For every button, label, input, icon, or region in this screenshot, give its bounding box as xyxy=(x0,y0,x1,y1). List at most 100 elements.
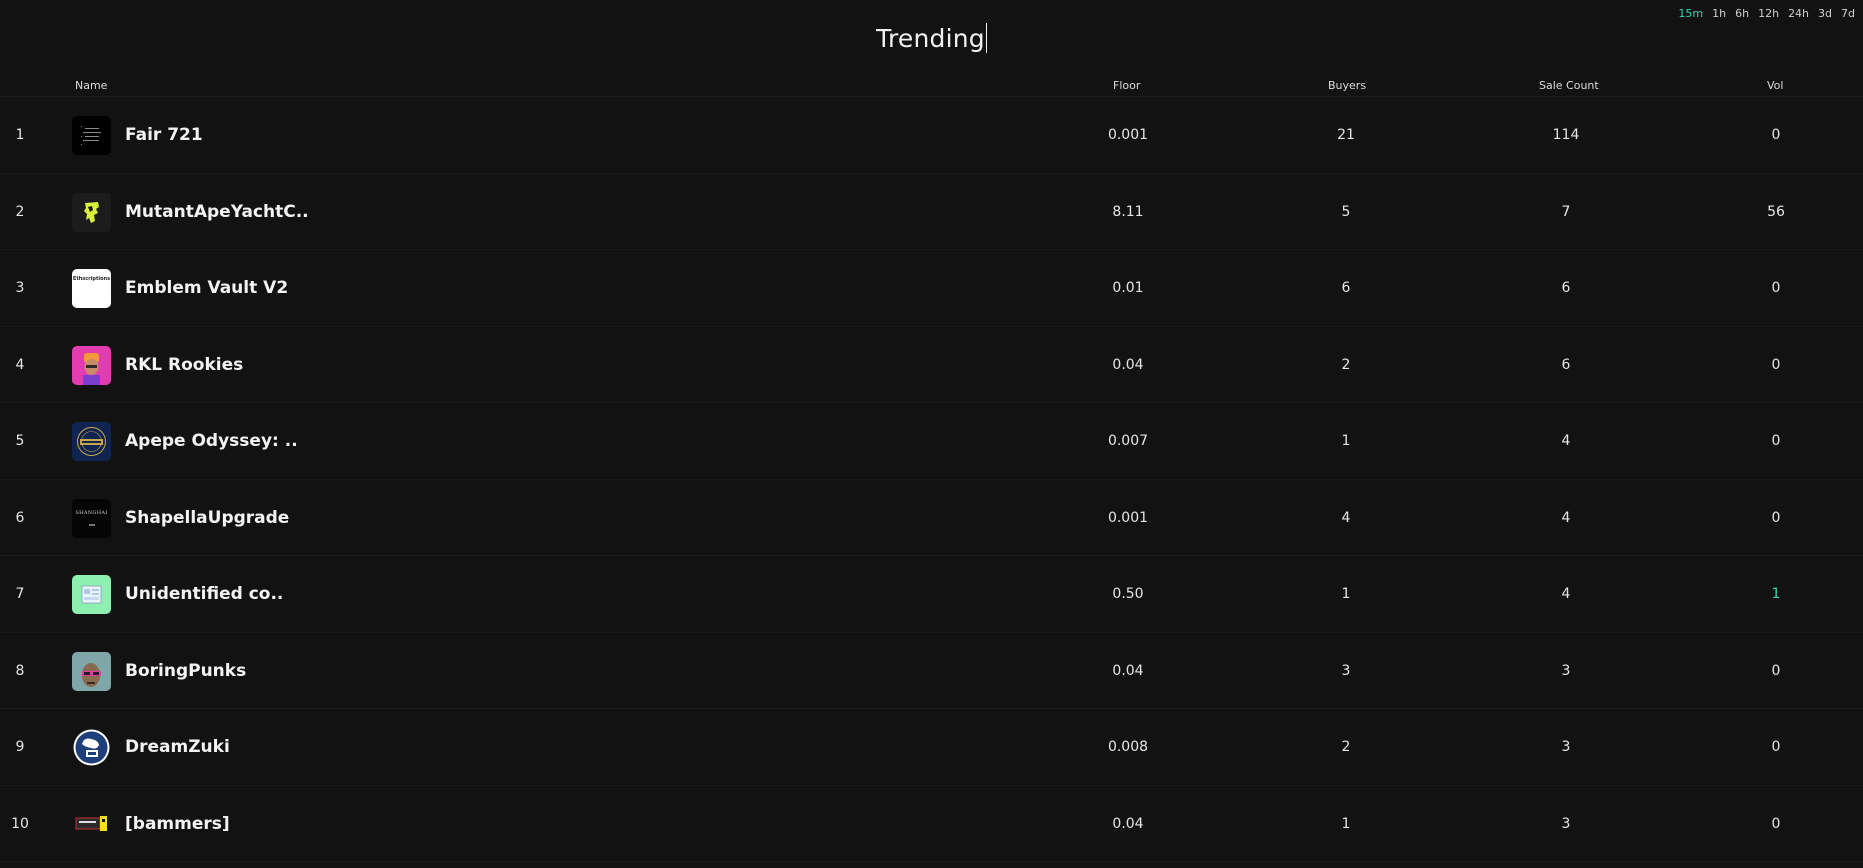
table-row[interactable]: 5 Apepe Odyssey: .. 0.007 1 4 0 xyxy=(0,403,1863,480)
vol-value: 0 xyxy=(1771,662,1781,679)
timeframe-24h[interactable]: 24h xyxy=(1788,7,1809,20)
boringpunks-thumbnail xyxy=(72,651,111,691)
table-row[interactable]: 9 DreamZuki 0.008 2 3 0 xyxy=(0,709,1863,786)
floor-value: 0.008 xyxy=(1107,739,1149,756)
sale-count-value: 3 xyxy=(1561,815,1571,832)
floor-value: 0.001 xyxy=(1107,127,1149,144)
vol-value: 0 xyxy=(1771,739,1781,756)
floor-value: 0.007 xyxy=(1107,433,1149,450)
buyers-value: 1 xyxy=(1341,815,1351,832)
table-row[interactable]: 10 [bammers] 0.04 1 3 0 xyxy=(0,786,1863,863)
buyers-value: 1 xyxy=(1341,433,1351,450)
table-row[interactable]: 2 MutantApeYachtC.. 8.11 5 7 56 xyxy=(0,174,1863,251)
collection-name[interactable]: Unidentified co.. xyxy=(125,556,283,633)
column-header-buyers[interactable]: Buyers xyxy=(1328,79,1366,92)
rank: 5 xyxy=(15,433,25,450)
column-header-sale-count[interactable]: Sale Count xyxy=(1539,79,1599,92)
timeframe-7d[interactable]: 7d xyxy=(1841,7,1855,20)
rkl-rookies-thumbnail xyxy=(72,345,111,385)
collection-name[interactable]: RKL Rookies xyxy=(125,327,243,404)
column-header-name[interactable]: Name xyxy=(75,79,107,92)
dreamzuki-thumbnail xyxy=(72,728,111,767)
thumbnail-text: Ethscriptions xyxy=(72,276,111,282)
collection-name[interactable]: Fair 721 xyxy=(125,97,203,174)
collection-name[interactable]: ShapellaUpgrade xyxy=(125,480,289,557)
timeframe-6h[interactable]: 6h xyxy=(1735,7,1749,20)
collection-name[interactable]: Emblem Vault V2 xyxy=(125,250,288,327)
table-row[interactable]: 7 Unidentified co.. 0.50 1 4 1 xyxy=(0,556,1863,633)
table-row[interactable]: 1 Fair 721 0.001 21 114 0 xyxy=(0,97,1863,174)
collection-name[interactable]: MutantApeYachtC.. xyxy=(125,174,309,251)
apepe-odyssey-thumbnail xyxy=(72,422,111,461)
unidentified-thumbnail xyxy=(72,575,111,614)
fair721-thumbnail xyxy=(72,116,111,155)
table-row[interactable]: 8 BoringPunks 0.04 3 3 0 xyxy=(0,633,1863,710)
buyers-value: 1 xyxy=(1341,586,1351,603)
vol-value: 0 xyxy=(1771,356,1781,373)
buyers-value: 6 xyxy=(1341,280,1351,297)
column-header-vol[interactable]: Vol xyxy=(1767,79,1783,92)
rank: 7 xyxy=(15,586,25,603)
sale-count-value: 4 xyxy=(1561,509,1571,526)
sale-count-value: 7 xyxy=(1561,203,1571,220)
buyers-value: 4 xyxy=(1341,509,1351,526)
rank: 9 xyxy=(15,739,25,756)
sale-count-value: 114 xyxy=(1552,127,1580,144)
timeframe-12h[interactable]: 12h xyxy=(1758,7,1779,20)
page-title: Trending xyxy=(876,24,985,53)
collection-name[interactable]: Apepe Odyssey: .. xyxy=(125,403,298,480)
rank: 1 xyxy=(15,127,25,144)
collection-name[interactable]: DreamZuki xyxy=(125,709,230,786)
sale-count-value: 6 xyxy=(1561,356,1571,373)
floor-value: 0.04 xyxy=(1112,662,1144,679)
text-caret xyxy=(985,23,987,53)
sale-count-value: 3 xyxy=(1561,739,1571,756)
bammers-thumbnail xyxy=(72,804,111,844)
thumbnail-text: SHANGHAI xyxy=(75,510,108,516)
vol-value: 0 xyxy=(1771,433,1781,450)
timeframe-15m[interactable]: 15m xyxy=(1678,7,1703,20)
rank: 2 xyxy=(15,203,25,220)
table-header: Name Floor Buyers Sale Count Vol xyxy=(0,73,1863,97)
timeframe-3d[interactable]: 3d xyxy=(1818,7,1832,20)
vol-value: 0 xyxy=(1771,127,1781,144)
floor-value: 0.001 xyxy=(1107,509,1149,526)
vol-value: 0 xyxy=(1771,509,1781,526)
thumbnail-mark xyxy=(88,524,95,526)
sale-count-value: 4 xyxy=(1561,433,1571,450)
timeframe-1h[interactable]: 1h xyxy=(1712,7,1726,20)
column-header-floor[interactable]: Floor xyxy=(1113,79,1140,92)
vol-value: 1 xyxy=(1771,586,1781,603)
buyers-value: 5 xyxy=(1341,203,1351,220)
rank: 8 xyxy=(15,662,25,679)
sale-count-value: 3 xyxy=(1561,662,1571,679)
table-row[interactable]: 3 Ethscriptions Emblem Vault V2 0.01 6 6… xyxy=(0,250,1863,327)
vol-value: 0 xyxy=(1771,815,1781,832)
buyers-value: 2 xyxy=(1341,356,1351,373)
floor-value: 8.11 xyxy=(1112,203,1144,220)
sale-count-value: 6 xyxy=(1561,280,1571,297)
timeframe-selector: 15m 1h 6h 12h 24h 3d 7d xyxy=(1678,7,1855,20)
rank: 3 xyxy=(15,280,25,297)
emblem-vault-thumbnail: Ethscriptions xyxy=(72,269,111,308)
collection-name[interactable]: [bammers] xyxy=(125,786,230,863)
collection-name[interactable]: BoringPunks xyxy=(125,633,246,710)
table-row[interactable]: 6 SHANGHAI ShapellaUpgrade 0.001 4 4 0 xyxy=(0,480,1863,557)
floor-value: 0.50 xyxy=(1112,586,1144,603)
mayc-thumbnail xyxy=(72,192,111,232)
shapella-thumbnail: SHANGHAI xyxy=(72,498,111,538)
table-row[interactable]: 4 RKL Rookies 0.04 2 6 0 xyxy=(0,327,1863,404)
buyers-value: 3 xyxy=(1341,662,1351,679)
vol-value: 56 xyxy=(1767,203,1785,220)
sale-count-value: 4 xyxy=(1561,586,1571,603)
rank: 6 xyxy=(15,509,25,526)
floor-value: 0.04 xyxy=(1112,356,1144,373)
rank: 4 xyxy=(15,356,25,373)
buyers-value: 2 xyxy=(1341,739,1351,756)
vol-value: 0 xyxy=(1771,280,1781,297)
buyers-value: 21 xyxy=(1337,127,1355,144)
floor-value: 0.01 xyxy=(1112,280,1144,297)
page-title-wrap: Trending xyxy=(0,23,1863,53)
floor-value: 0.04 xyxy=(1112,815,1144,832)
rank: 10 xyxy=(11,815,29,832)
